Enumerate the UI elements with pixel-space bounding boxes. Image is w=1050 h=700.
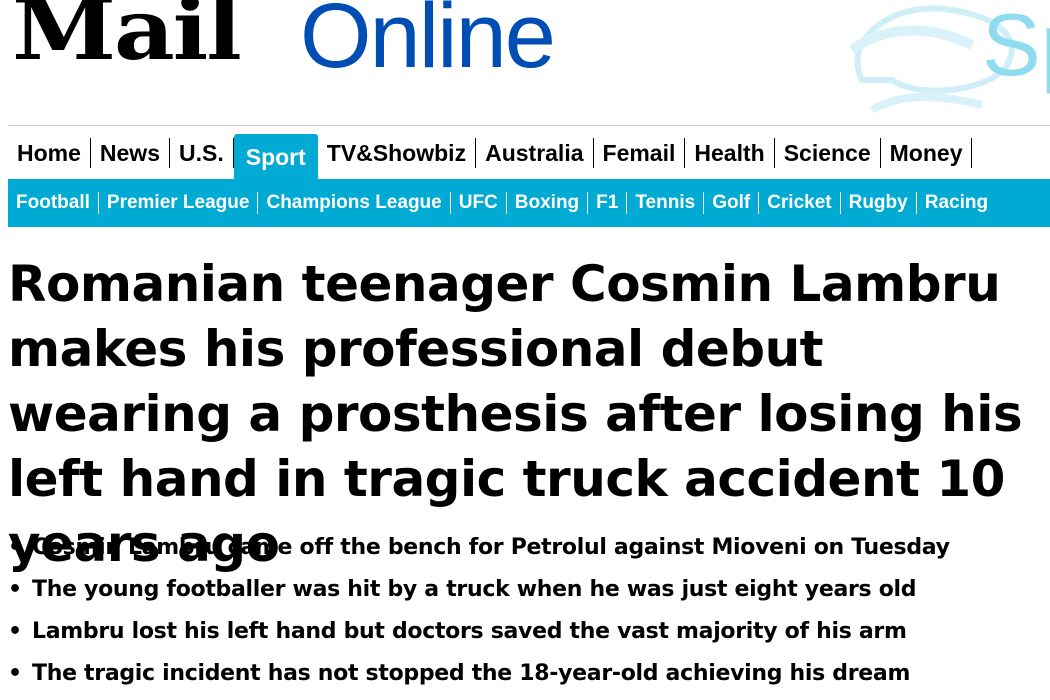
nav-tvshowbiz[interactable]: TV&Showbiz <box>318 137 477 168</box>
summary-bullet-text: The young footballer was hit by a truck … <box>32 577 917 602</box>
summary-bullet-text: Lambru lost his left hand but doctors sa… <box>32 619 907 644</box>
subnav-rugby[interactable]: Rugby <box>841 192 917 214</box>
bullet-dot-icon: • <box>8 619 22 644</box>
subnav-golf[interactable]: Golf <box>704 192 760 214</box>
subnav-boxing[interactable]: Boxing <box>507 192 589 214</box>
subnav-f1[interactable]: F1 <box>588 192 628 214</box>
subnav-champions-league[interactable]: Champions League <box>258 192 451 214</box>
summary-bullet: • Cosmin Lambru came off the bench for Pe… <box>8 527 950 569</box>
nav-australia[interactable]: Australia <box>476 137 594 168</box>
nav-sport[interactable]: Sport <box>233 133 318 180</box>
subnav-ufc[interactable]: UFC <box>451 192 507 214</box>
summary-bullet-text: The tragic incident has not stopped the … <box>32 661 911 686</box>
primary-nav: Home News U.S. Sport TV&Showbiz Australi… <box>8 125 1050 180</box>
nav-health[interactable]: Health <box>685 137 775 168</box>
subnav-premier-league[interactable]: Premier League <box>99 192 259 214</box>
nav-science[interactable]: Science <box>775 137 881 168</box>
summary-bullet: • The young footballer was hit by a truck… <box>8 569 950 611</box>
secondary-nav: Football Premier League Champions League… <box>8 179 1050 227</box>
bullet-dot-icon: • <box>8 661 22 686</box>
nav-us[interactable]: U.S. <box>170 137 234 168</box>
nav-home[interactable]: Home <box>8 137 91 168</box>
nav-news[interactable]: News <box>91 137 170 168</box>
bullet-dot-icon: • <box>8 577 22 602</box>
nav-femail[interactable]: Femail <box>594 137 686 168</box>
summary-bullet: • Lambru lost his left hand but doctors s… <box>8 611 950 653</box>
logo-mail[interactable]: Mail <box>12 0 242 72</box>
sport-promo-graphic[interactable]: Sp <box>832 0 1050 122</box>
promo-text: Sp <box>982 0 1050 94</box>
subnav-cricket[interactable]: Cricket <box>759 192 841 214</box>
subnav-tennis[interactable]: Tennis <box>627 192 705 214</box>
summary-bullet: • The tragic incident has not stopped the… <box>8 653 950 695</box>
masthead: Mail Online Sp <box>0 0 1050 122</box>
bullet-dot-icon: • <box>8 535 22 560</box>
article-summary-bullets: • Cosmin Lambru came off the bench for Pe… <box>8 527 950 695</box>
summary-bullet-text: Cosmin Lambru came off the bench for Pet… <box>32 535 950 560</box>
subnav-racing[interactable]: Racing <box>917 192 996 214</box>
logo-online[interactable]: Online <box>300 0 556 82</box>
subnav-football[interactable]: Football <box>8 192 99 214</box>
nav-money[interactable]: Money <box>881 137 973 168</box>
